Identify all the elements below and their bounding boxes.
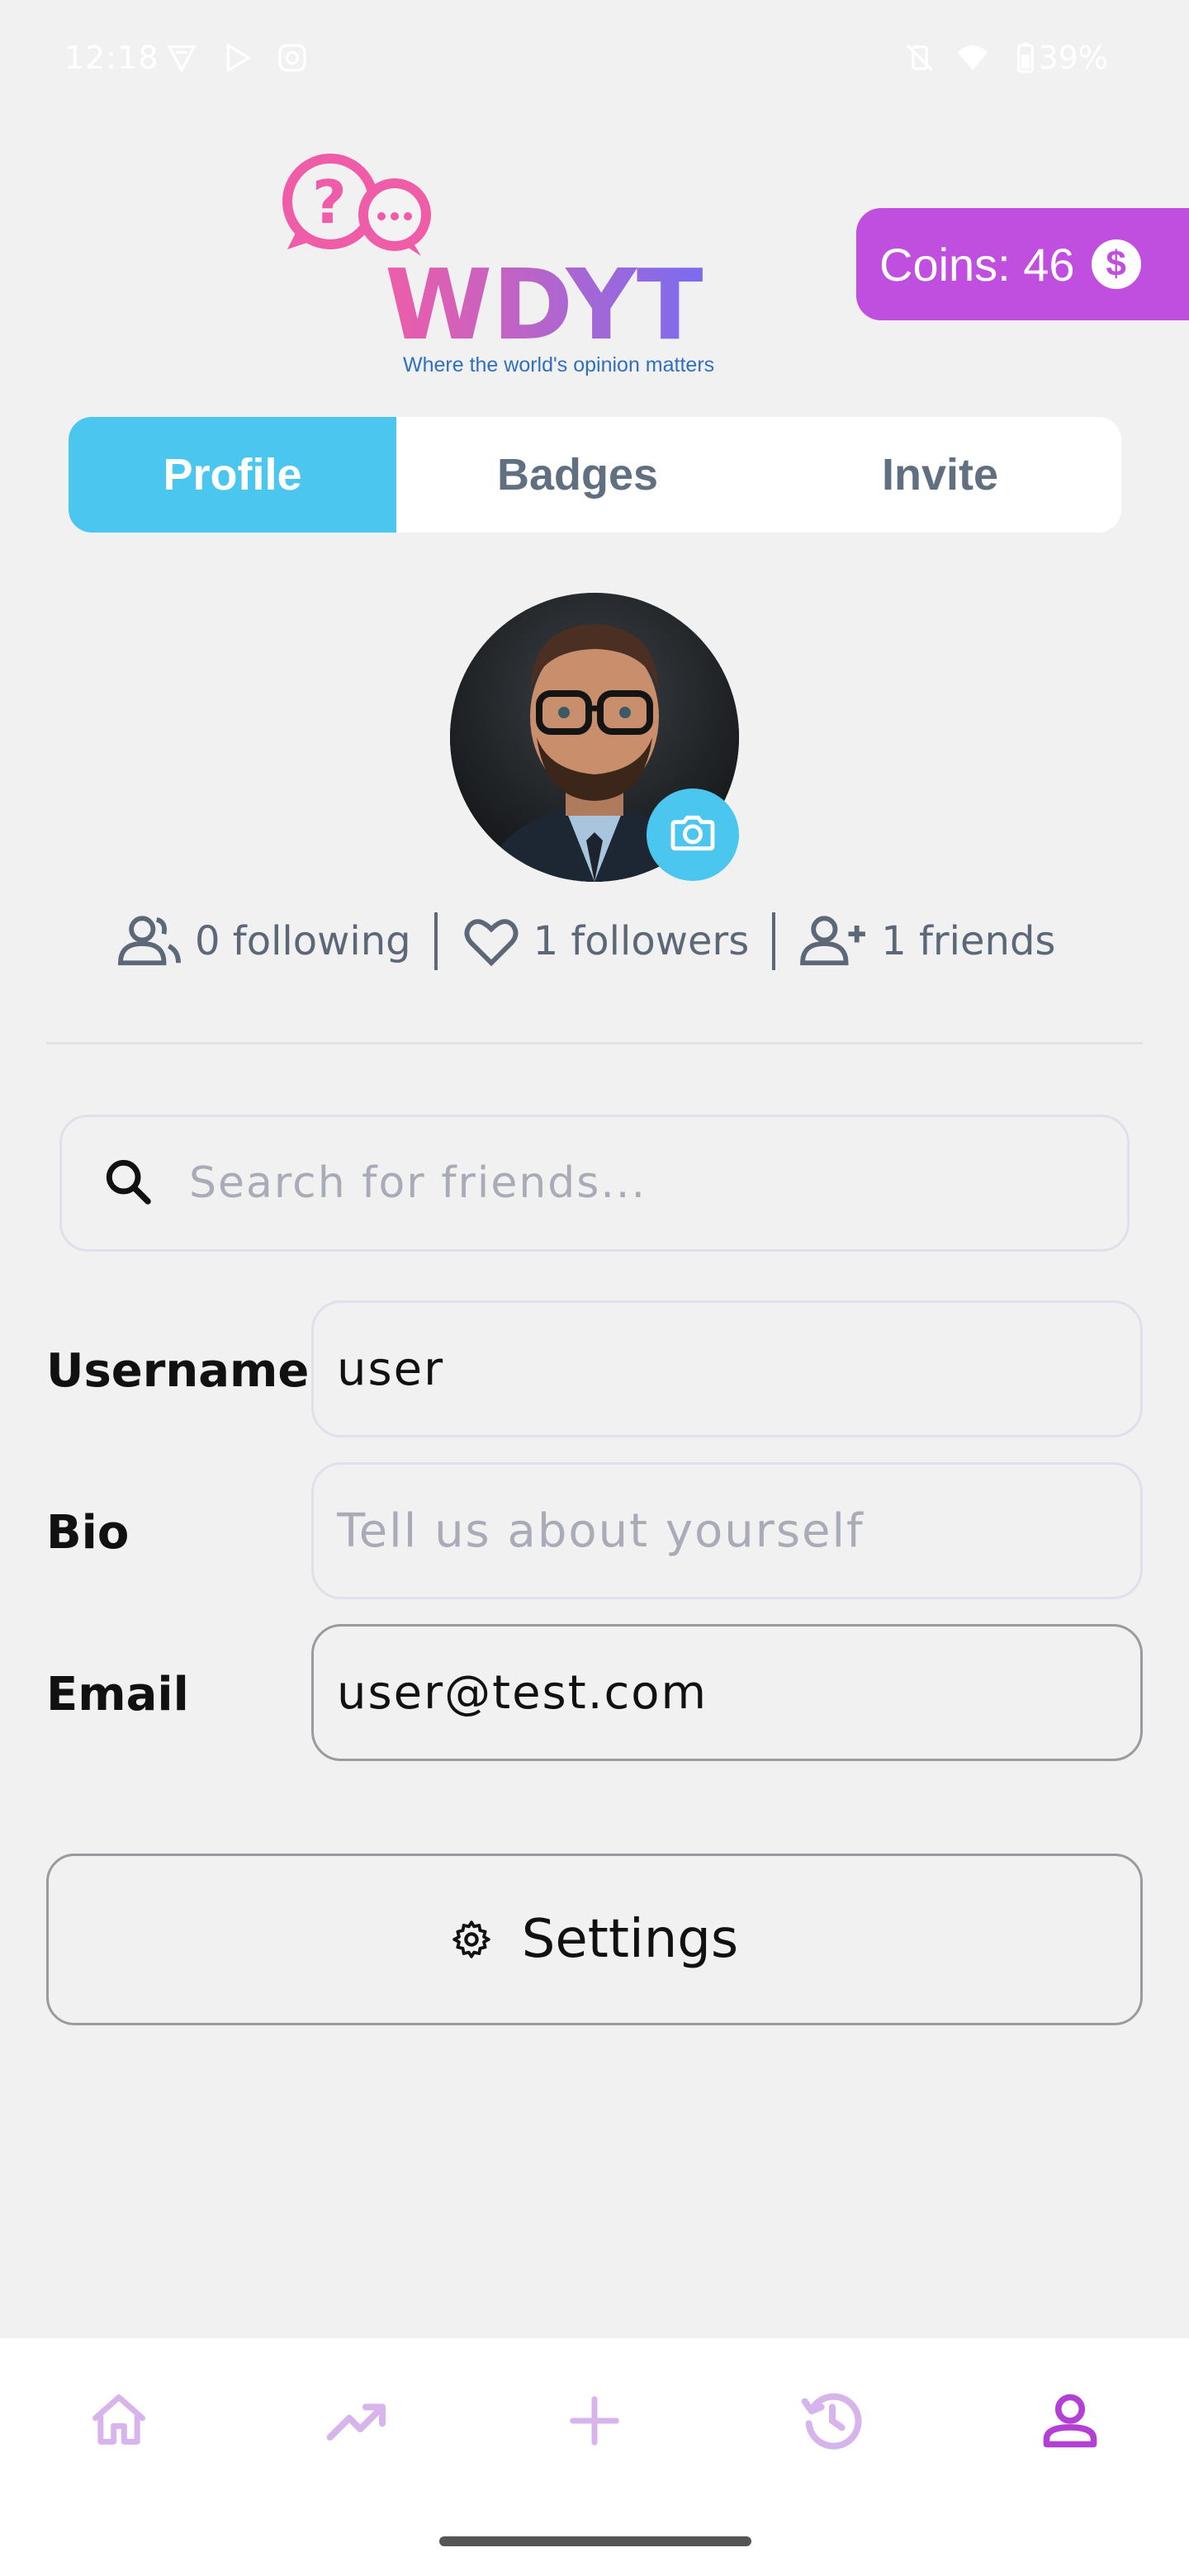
coins-balance[interactable]: Coins: 46 $: [856, 208, 1189, 320]
logo-wordmark: WDYT: [385, 248, 703, 362]
stat-divider: [772, 912, 776, 970]
profile-icon: [1043, 2394, 1097, 2448]
followers-stat[interactable]: 1 followers: [461, 912, 750, 970]
coin-icon: $: [1091, 239, 1141, 289]
status-time: 12:18: [64, 40, 159, 76]
profile-tabs: Profile Badges Invite: [69, 417, 1121, 533]
change-photo-button[interactable]: [647, 788, 739, 881]
username-input[interactable]: [337, 1342, 1113, 1396]
nav-profile[interactable]: [1037, 2388, 1103, 2454]
trending-icon: [326, 2403, 386, 2441]
search-bar[interactable]: [59, 1115, 1130, 1252]
nav-history[interactable]: [799, 2388, 865, 2454]
friends-stat[interactable]: 1 friends: [798, 912, 1055, 970]
vpn-icon: [165, 41, 198, 74]
home-icon: [92, 2394, 145, 2445]
nav-create[interactable]: [561, 2388, 628, 2454]
email-field[interactable]: [311, 1624, 1143, 1761]
battery-icon: [1009, 41, 1042, 74]
email-input[interactable]: [337, 1665, 1113, 1720]
tab-invite[interactable]: Invite: [759, 417, 1121, 533]
instagram-icon: [276, 41, 309, 74]
heart-icon: [464, 919, 519, 967]
bio-field[interactable]: [311, 1462, 1143, 1599]
friends-count: 1 friends: [881, 918, 1056, 964]
nav-home[interactable]: [86, 2388, 152, 2454]
profile-stats: 0 following 1 followers 1 friends: [116, 908, 1106, 974]
wifi-icon: [956, 41, 989, 74]
tab-profile[interactable]: Profile: [69, 417, 396, 533]
following-stat[interactable]: 0 following: [116, 912, 411, 970]
email-label: Email: [46, 1668, 189, 1721]
username-label: Username: [46, 1344, 310, 1398]
svg-text:?: ?: [312, 168, 347, 237]
bio-input[interactable]: [337, 1503, 1113, 1558]
search-input[interactable]: [189, 1158, 1015, 1208]
camera-icon: [666, 807, 719, 863]
followers-count: 1 followers: [533, 918, 750, 964]
divider: [46, 1042, 1143, 1044]
history-icon: [801, 2393, 862, 2450]
stat-divider: [433, 912, 438, 970]
bio-label: Bio: [46, 1506, 130, 1560]
people-icon: [118, 916, 181, 966]
following-count: 0 following: [195, 918, 411, 964]
coins-label: Coins: 46: [879, 238, 1075, 291]
play-store-icon: [221, 41, 254, 74]
logo-tagline: Where the world's opinion matters: [403, 353, 714, 376]
gear-icon: [452, 1920, 490, 1958]
settings-label: Settings: [521, 1909, 739, 1970]
battery-percent: 39%: [1038, 40, 1108, 76]
plus-icon: [570, 2396, 619, 2446]
nav-trending[interactable]: [324, 2388, 391, 2454]
home-indicator[interactable]: [439, 2536, 751, 2546]
tab-badges[interactable]: Badges: [396, 417, 759, 533]
status-bar: 12:18 39%: [0, 0, 1189, 124]
app-logo: ? WDYT Where the world's opinion matters: [279, 150, 741, 381]
username-field[interactable]: [311, 1300, 1143, 1437]
search-icon: [102, 1155, 154, 1211]
vibrate-off-icon: [903, 41, 936, 74]
settings-button[interactable]: Settings: [46, 1854, 1143, 2025]
add-friend-icon: [800, 916, 866, 966]
